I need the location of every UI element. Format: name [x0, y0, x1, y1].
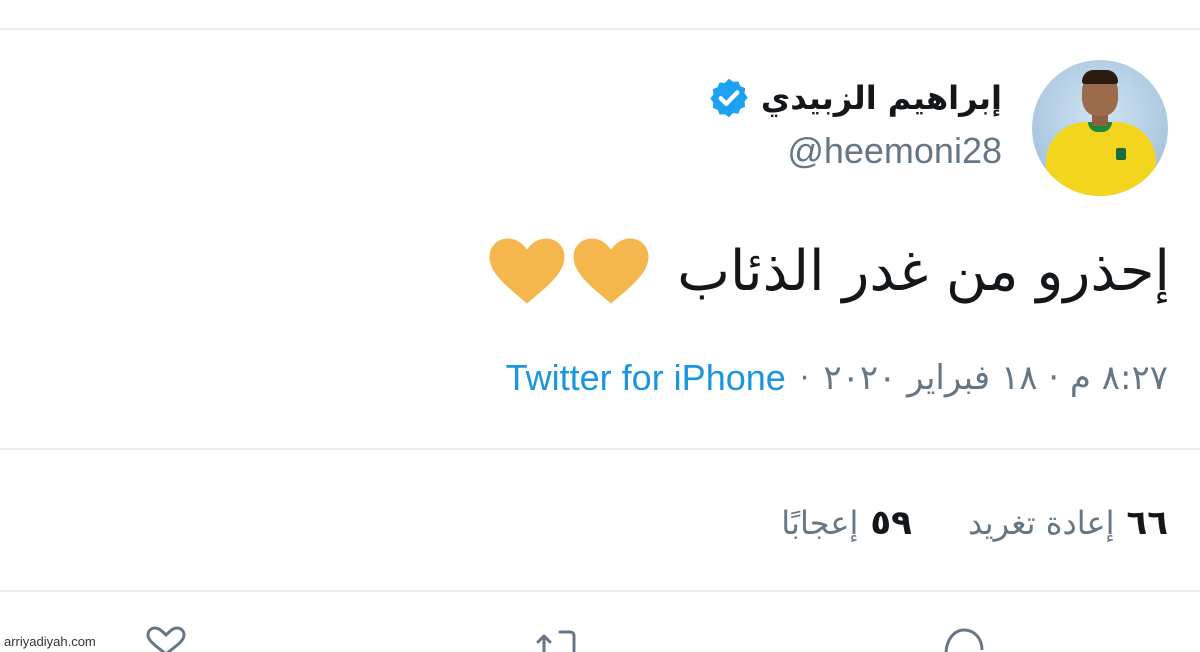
author-name-row[interactable]: إبراهيم الزبيدي [707, 74, 1002, 122]
yellow-heart-icon [573, 238, 649, 304]
retweet-icon[interactable] [530, 624, 586, 652]
avatar[interactable] [1032, 60, 1168, 196]
likes-stat[interactable]: ٥٩ إعجابًا [781, 503, 912, 543]
likes-label: إعجابًا [781, 504, 859, 542]
retweets-label: إعادة تغريد [967, 504, 1115, 542]
stats-bottom-divider [0, 590, 1200, 592]
tweet-body: إحذرو من غدر الذئاب [487, 226, 1170, 316]
meta-separator: · [799, 360, 810, 396]
source-link[interactable]: Twitter for iPhone [506, 357, 786, 399]
retweets-stat[interactable]: ٦٦ إعادة تغريد [968, 503, 1168, 543]
timestamp[interactable]: ٨:٢٧ م · ١٨ فبراير ٢٠٢٠ [823, 358, 1168, 398]
display-name[interactable]: إبراهيم الزبيدي [761, 79, 1002, 117]
avatar-hair [1082, 70, 1118, 84]
emoji-group [487, 236, 651, 306]
like-icon[interactable] [138, 624, 194, 652]
tweet-text: إحذرو من غدر الذئاب [677, 238, 1170, 304]
verified-badge-icon [710, 78, 748, 118]
likes-count: ٥٩ [870, 503, 912, 543]
top-divider [0, 28, 1200, 30]
engagement-stats: ٦٦ إعادة تغريد ٥٩ إعجابًا [781, 498, 1168, 548]
avatar-badge [1116, 148, 1126, 160]
user-handle[interactable]: @heemoni28 [787, 130, 1002, 172]
avatar-shirt [1046, 122, 1156, 196]
stats-top-divider [0, 448, 1200, 450]
tweet-meta: ٨:٢٧ م · ١٨ فبراير ٢٠٢٠ · Twitter for iP… [506, 356, 1168, 400]
watermark: arriyadiyah.com [4, 634, 96, 649]
yellow-heart-icon [489, 238, 565, 304]
reply-icon[interactable] [936, 624, 992, 652]
action-bar [0, 624, 1200, 652]
retweets-count: ٦٦ [1126, 503, 1168, 543]
